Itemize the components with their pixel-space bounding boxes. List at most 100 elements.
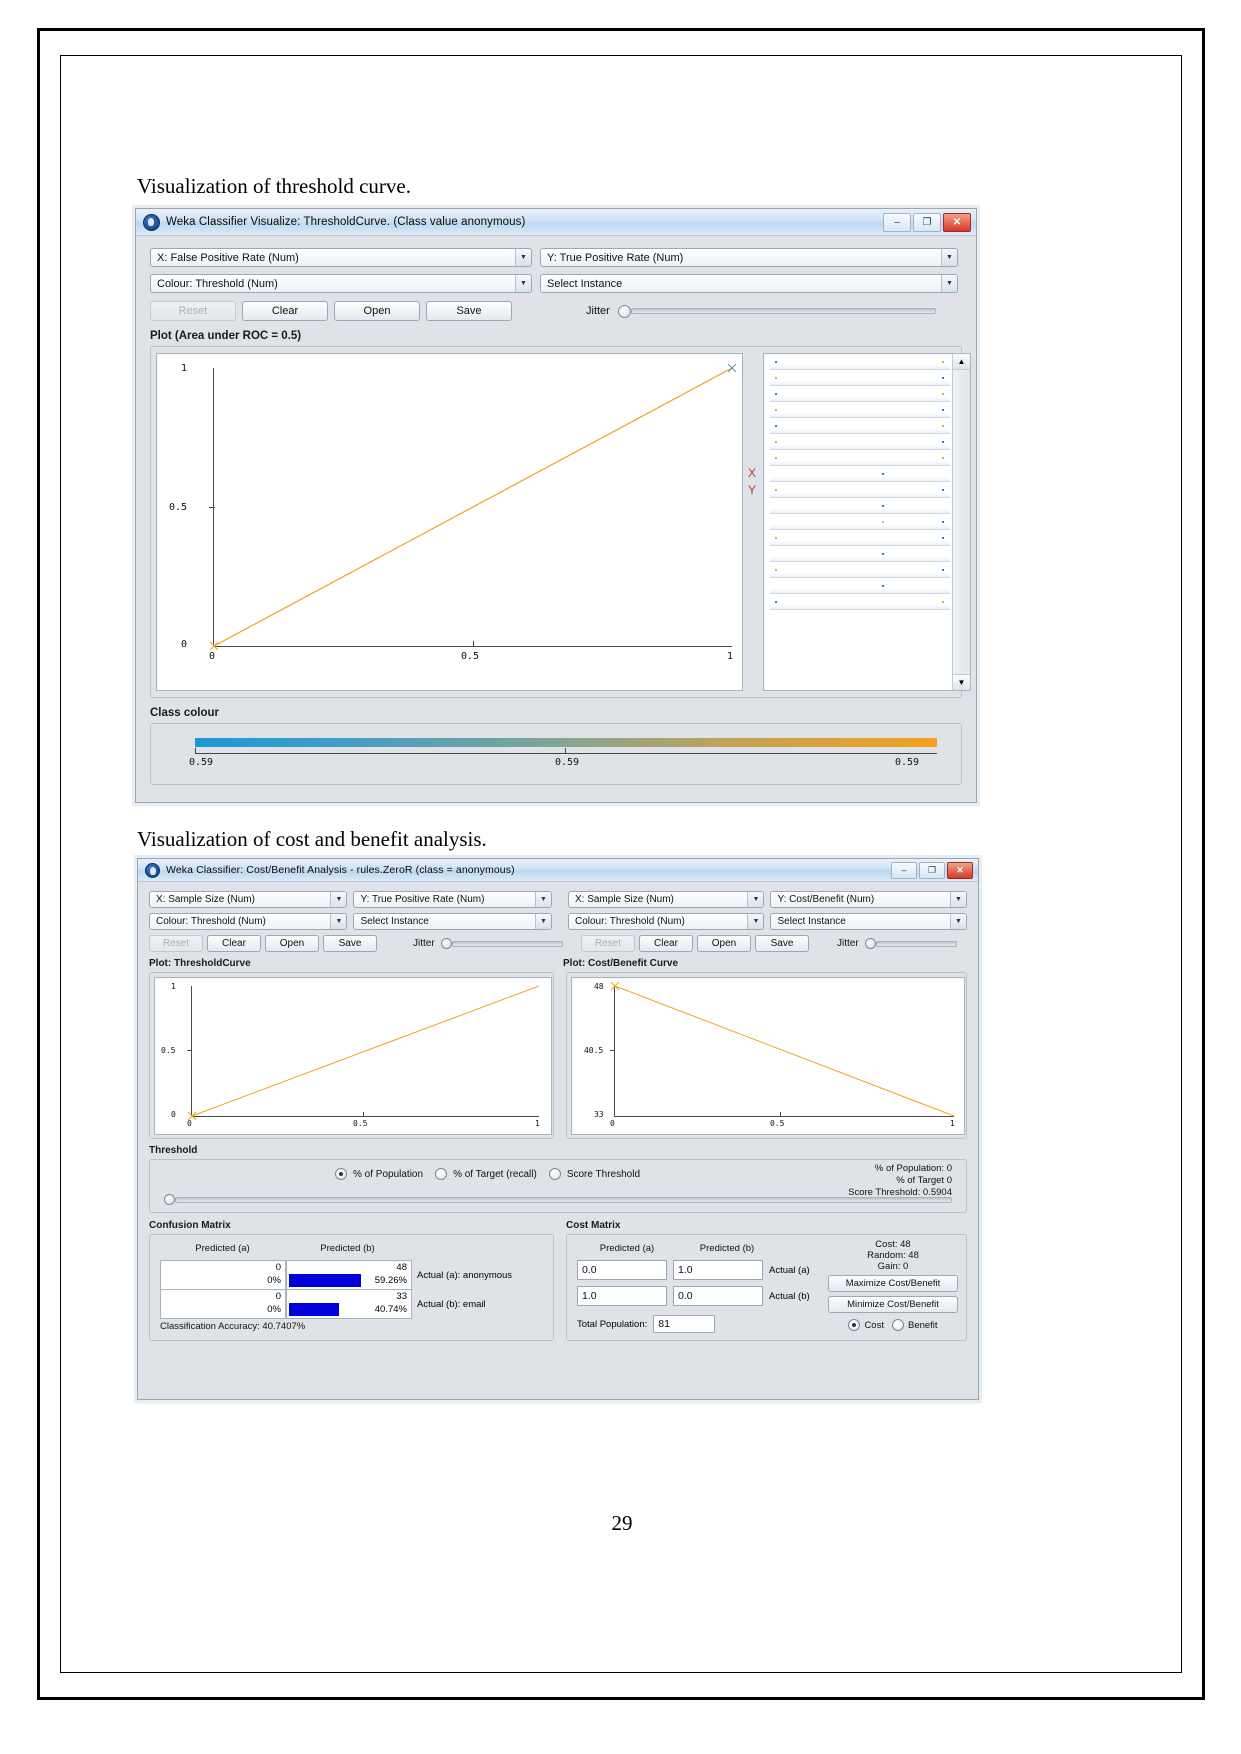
chevron-down-icon[interactable]: ▼ [941, 249, 957, 266]
window-controls[interactable]: – ❐ ✕ [883, 212, 973, 232]
right-jitter-track[interactable] [875, 940, 957, 947]
x-axis-select[interactable]: X: False Positive Rate (Num) ▼ [150, 248, 532, 267]
list-item[interactable] [770, 358, 950, 370]
colour-select[interactable]: Colour: Threshold (Num) ▼ [150, 274, 532, 293]
cost-input-b1[interactable] [673, 1286, 763, 1306]
instance-list-scrollbar[interactable]: ▲ ▼ [952, 354, 970, 690]
left-colour-select[interactable]: Colour: Threshold (Num) ▼ [149, 913, 348, 930]
list-item[interactable] [770, 502, 950, 514]
left-reset-button[interactable]: Reset [149, 935, 203, 952]
right-colour-label: Colour: Threshold (Num) [574, 916, 685, 927]
list-item[interactable] [770, 470, 950, 482]
left-jitter-track[interactable] [451, 940, 563, 947]
save-button[interactable]: Save [426, 301, 512, 321]
list-item[interactable] [770, 454, 950, 466]
threshold-mode-radiogroup[interactable]: % of Population % of Target (recall) Sco… [335, 1168, 640, 1180]
window-controls[interactable]: – ❐ ✕ [891, 861, 975, 879]
radio-pct-population[interactable] [335, 1168, 347, 1180]
list-item[interactable] [770, 374, 950, 386]
jitter-slider-track[interactable] [630, 308, 936, 314]
jitter-slider-knob[interactable] [617, 304, 631, 318]
window-titlebar[interactable]: Weka Classifier Visualize: ThresholdCurv… [136, 209, 976, 236]
threshold-curve-window[interactable]: Weka Classifier Visualize: ThresholdCurv… [135, 208, 977, 803]
left-open-button[interactable]: Open [265, 935, 319, 952]
scroll-down-icon[interactable]: ▼ [953, 674, 970, 690]
list-item[interactable] [770, 406, 950, 418]
list-item[interactable] [770, 486, 950, 498]
list-item[interactable] [770, 550, 950, 562]
threshold-slider-knob[interactable] [164, 1194, 175, 1205]
threshold-slider-track[interactable] [175, 1196, 952, 1203]
radio-pct-target[interactable] [435, 1168, 448, 1180]
minimize-button[interactable]: – [891, 861, 917, 879]
reset-button[interactable]: Reset [150, 301, 236, 321]
total-population-input[interactable] [653, 1315, 716, 1333]
cost-benefit-canvas[interactable]: 48 40.5 33 0 0.5 1 [570, 977, 965, 1135]
left-y-axis-select[interactable]: Y: True Positive Rate (Num) ▼ [353, 891, 552, 908]
cost-input-a0[interactable] [577, 1260, 667, 1280]
chevron-down-icon[interactable]: ▼ [747, 892, 764, 907]
chevron-down-icon[interactable]: ▼ [941, 275, 957, 292]
list-item[interactable] [770, 518, 950, 530]
maximize-button[interactable]: ❐ [919, 861, 945, 879]
chevron-down-icon[interactable]: ▼ [515, 249, 531, 266]
pct-target-readout: % of Target 0 [896, 1175, 952, 1186]
open-button[interactable]: Open [334, 301, 420, 321]
chevron-down-icon[interactable]: ▼ [330, 914, 347, 929]
maximize-cost-benefit-button[interactable]: Maximize Cost/Benefit [828, 1275, 958, 1292]
right-x-axis-select[interactable]: X: Sample Size (Num) ▼ [567, 891, 765, 908]
instance-list-panel[interactable]: ▲ ▼ [763, 353, 971, 691]
table-row[interactable]: Actual (a) [577, 1260, 810, 1280]
chevron-down-icon[interactable]: ▼ [534, 914, 551, 929]
roc-plot-canvas[interactable]: 1 0.5 0 0 0.5 1 [156, 353, 743, 691]
maximize-button[interactable]: ❐ [913, 212, 941, 232]
list-item[interactable] [770, 534, 950, 546]
minimize-cost-benefit-button[interactable]: Minimize Cost/Benefit [828, 1296, 958, 1313]
minimize-button[interactable]: – [883, 212, 911, 232]
cost-input-a1[interactable] [577, 1286, 667, 1306]
threshold-curve-canvas[interactable]: 1 0.5 0 0 0.5 1 [154, 977, 552, 1135]
window-titlebar[interactable]: Weka Classifier: Cost/Benefit Analysis -… [138, 859, 978, 882]
scroll-up-icon[interactable]: ▲ [953, 354, 970, 370]
list-item[interactable] [770, 566, 950, 578]
radio-score-threshold[interactable] [548, 1168, 561, 1180]
right-clear-button[interactable]: Clear [639, 935, 693, 952]
instance-rows[interactable] [770, 358, 950, 614]
chevron-down-icon[interactable]: ▼ [534, 892, 551, 907]
chevron-down-icon[interactable]: ▼ [950, 914, 966, 929]
chevron-down-icon[interactable]: ▼ [330, 892, 347, 907]
chevron-down-icon[interactable]: ▼ [515, 275, 531, 292]
right-reset-button[interactable]: Reset [581, 935, 635, 952]
list-item[interactable] [770, 582, 950, 594]
list-item[interactable] [770, 422, 950, 434]
radio-benefit[interactable] [891, 1319, 904, 1331]
cost-benefit-window[interactable]: Weka Classifier: Cost/Benefit Analysis -… [137, 858, 979, 1400]
right-colour-select[interactable]: Colour: Threshold (Num) ▼ [567, 913, 765, 930]
cost-input-b0[interactable] [673, 1260, 763, 1280]
left-jitter-knob[interactable] [440, 938, 452, 949]
left-clear-button[interactable]: Clear [207, 935, 261, 952]
right-y-axis-select[interactable]: Y: Cost/Benefit (Num) ▼ [770, 891, 967, 908]
chevron-down-icon[interactable]: ▼ [950, 892, 966, 907]
list-item[interactable] [770, 390, 950, 402]
clear-button[interactable]: Clear [242, 301, 328, 321]
left-x-axis-select[interactable]: X: Sample Size (Num) ▼ [149, 891, 348, 908]
left-select-instance[interactable]: Select Instance ▼ [353, 913, 552, 930]
list-item[interactable] [770, 438, 950, 450]
radio-cost[interactable] [848, 1319, 861, 1331]
right-open-button[interactable]: Open [697, 935, 751, 952]
right-jitter-knob[interactable] [864, 938, 876, 949]
y-axis-select[interactable]: Y: True Positive Rate (Num) ▼ [540, 248, 958, 267]
select-instance-dropdown[interactable]: Select Instance ▼ [540, 274, 958, 293]
right-select-instance[interactable]: Select Instance ▼ [770, 913, 967, 930]
left-save-button[interactable]: Save [323, 935, 377, 952]
close-button[interactable]: ✕ [943, 212, 971, 232]
right-save-button[interactable]: Save [755, 935, 809, 952]
list-item[interactable] [770, 598, 950, 610]
total-population-row[interactable]: Total Population: [577, 1315, 716, 1333]
close-button[interactable]: ✕ [947, 861, 973, 879]
threshold-slider[interactable] [164, 1194, 952, 1205]
cost-benefit-radiogroup[interactable]: Cost Benefit [828, 1319, 958, 1331]
chevron-down-icon[interactable]: ▼ [747, 914, 764, 929]
table-row[interactable]: Actual (b) [577, 1286, 810, 1306]
